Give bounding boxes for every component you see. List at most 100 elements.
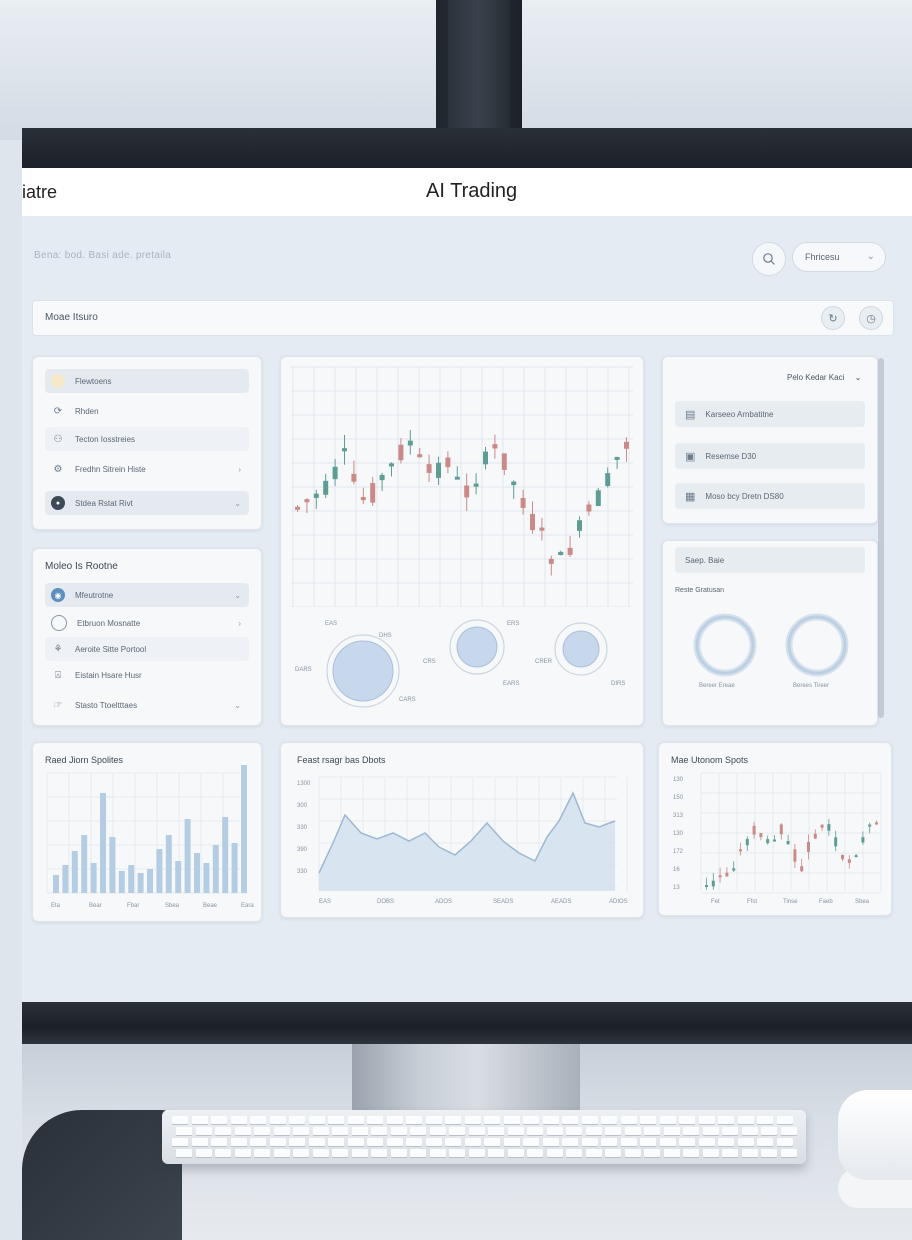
chevron-right-icon: › xyxy=(238,618,241,628)
candle-body xyxy=(732,868,736,871)
nav-item-label: Stdea Rstat Rivt xyxy=(75,498,133,508)
main-header-bar: Moae Itsuro ↻ ◷ xyxy=(32,300,894,336)
price-chart-card: EAS DHS DARS CARS ERS CRS EARS CRER DIRS xyxy=(280,356,644,726)
nav-item[interactable]: ⚙ Fredhn Sitrein Histe › xyxy=(45,457,249,481)
candle-body xyxy=(351,473,357,482)
y-tick-label: 150 xyxy=(673,795,684,801)
keyboard-key xyxy=(605,1149,621,1157)
account-item[interactable]: ▦ Moso bcy Dretn DS80 xyxy=(675,483,865,509)
account-item[interactable]: ▣ Resemse D30 xyxy=(675,443,865,469)
chevron-down-icon: ⌄ xyxy=(234,590,241,600)
bar xyxy=(165,835,172,893)
keyboard-key xyxy=(289,1138,305,1146)
keyboard-key xyxy=(542,1138,559,1146)
keyboard-key xyxy=(332,1149,348,1157)
keyboard-key xyxy=(176,1149,192,1157)
keyboard-key xyxy=(273,1149,290,1157)
bar xyxy=(194,853,200,893)
candle-body xyxy=(295,506,300,510)
keyboard-key xyxy=(390,1127,407,1135)
keyboard-key xyxy=(757,1138,773,1146)
x-tick-label: Fbar xyxy=(127,903,139,909)
keyboard-key xyxy=(624,1149,641,1157)
keyboard-key xyxy=(191,1138,208,1146)
keyboard-key xyxy=(215,1127,231,1135)
bar xyxy=(222,817,229,893)
candle-body xyxy=(725,872,729,877)
bar xyxy=(100,793,106,893)
keyboard-key xyxy=(527,1127,543,1135)
keyboard-key xyxy=(527,1149,543,1157)
candle-body xyxy=(454,476,460,480)
routine-item[interactable]: Etbruon Mosnatte › xyxy=(45,611,249,635)
chevron-right-icon: › xyxy=(238,464,241,474)
clock-button[interactable]: ◷ xyxy=(859,306,883,330)
keyboard-key xyxy=(620,1138,637,1146)
keyboard-key xyxy=(468,1149,485,1157)
search-input[interactable]: Bena: bod. Basi ade. pretaila xyxy=(34,250,171,261)
stats-card: Saep. Baie Reste Gratusan Bereer Ereae B… xyxy=(662,540,878,726)
keyboard-key xyxy=(410,1149,426,1157)
keyboard-key xyxy=(293,1149,309,1157)
keyboard-key xyxy=(737,1138,754,1146)
candle-body xyxy=(398,444,404,461)
candle-body xyxy=(759,833,763,838)
candle-body xyxy=(766,839,770,844)
main-bar-label: Moae Itsuro xyxy=(45,312,98,323)
candle-body xyxy=(407,440,413,446)
routine-item[interactable]: ◉ Mfeutrotne ⌄ xyxy=(45,583,249,607)
hand-icon: ☞ xyxy=(53,699,63,711)
dial-label: DIRS xyxy=(611,681,625,687)
x-tick-label: Ffst xyxy=(747,899,757,905)
bar xyxy=(241,765,247,893)
nav-item[interactable]: Flewtoens xyxy=(45,369,249,393)
navigation-card: Flewtoens ⟳ Rhden ⚇ Tecton Iosstreies ⚙ Fre… xyxy=(32,356,262,530)
x-tick-label: ADOS xyxy=(435,899,452,905)
nav-item[interactable]: ⚇ Tecton Iosstreies xyxy=(45,427,249,451)
candle-body xyxy=(558,551,564,556)
candle-body xyxy=(773,839,776,842)
calendar-icon: ▦ xyxy=(685,490,696,503)
refresh-button[interactable]: ↻ xyxy=(821,306,845,330)
keyboard-key xyxy=(254,1149,270,1157)
keyboard-key xyxy=(195,1149,212,1157)
y-tick-label: 130 xyxy=(673,831,684,837)
nav-item[interactable]: ⟳ Rhden xyxy=(45,399,249,423)
dial-label: ERS xyxy=(507,621,519,627)
candle-body xyxy=(586,504,592,512)
x-tick-label: EAS xyxy=(319,899,331,905)
routine-item[interactable]: ☞ Stasto Ttoeltttaes ⌄ xyxy=(45,693,249,717)
keyboard-key xyxy=(293,1127,309,1135)
y-tick-label: 1300 xyxy=(297,781,311,787)
keyboard-key xyxy=(367,1116,383,1124)
scrollbar[interactable] xyxy=(878,358,884,718)
keyboard-key xyxy=(464,1116,481,1124)
candle-body xyxy=(847,859,851,863)
dial-label: CRS xyxy=(423,659,436,665)
nav-item[interactable]: ● Stdea Rstat Rivt ⌄ xyxy=(45,491,249,515)
x-tick-label: Bear xyxy=(89,903,102,909)
mini-candlestick-chart: 130 150 313 130 172 16 13 Fet Ffst Tinse Faeb Sbea xyxy=(673,772,882,905)
x-tick-label: Faeb xyxy=(819,899,833,905)
search-button[interactable] xyxy=(752,242,786,276)
keyboard-key xyxy=(761,1149,777,1157)
account-dropdown[interactable]: Pelo Kedar Kaci ⌄ xyxy=(787,373,861,382)
account-item[interactable]: ▤ Karseeo Arnbatitne xyxy=(675,401,865,427)
bar xyxy=(90,863,97,893)
routine-item[interactable]: ⚘ Aeroite Sitte Portool xyxy=(45,637,249,661)
keyboard-key xyxy=(211,1116,227,1124)
keyboard-key xyxy=(507,1149,524,1157)
candle-body xyxy=(711,880,715,887)
routine-item-label: Mfeutrotne xyxy=(75,590,114,600)
chevron-down-icon: ⌄ xyxy=(234,498,241,508)
profile-dropdown[interactable]: Fhricesu ⌄ xyxy=(792,242,886,272)
keyboard-key xyxy=(757,1116,773,1124)
keyboard-key xyxy=(429,1149,446,1157)
routine-item[interactable]: ⍓ Eistain Hsare Husr xyxy=(45,663,249,687)
keyboard-key xyxy=(601,1138,617,1146)
lock-icon: ⍓ xyxy=(55,669,61,681)
record-icon: ● xyxy=(51,496,65,510)
keyboard-key xyxy=(250,1138,266,1146)
keyboard-key xyxy=(484,1116,500,1124)
keyboard-key xyxy=(269,1138,286,1146)
